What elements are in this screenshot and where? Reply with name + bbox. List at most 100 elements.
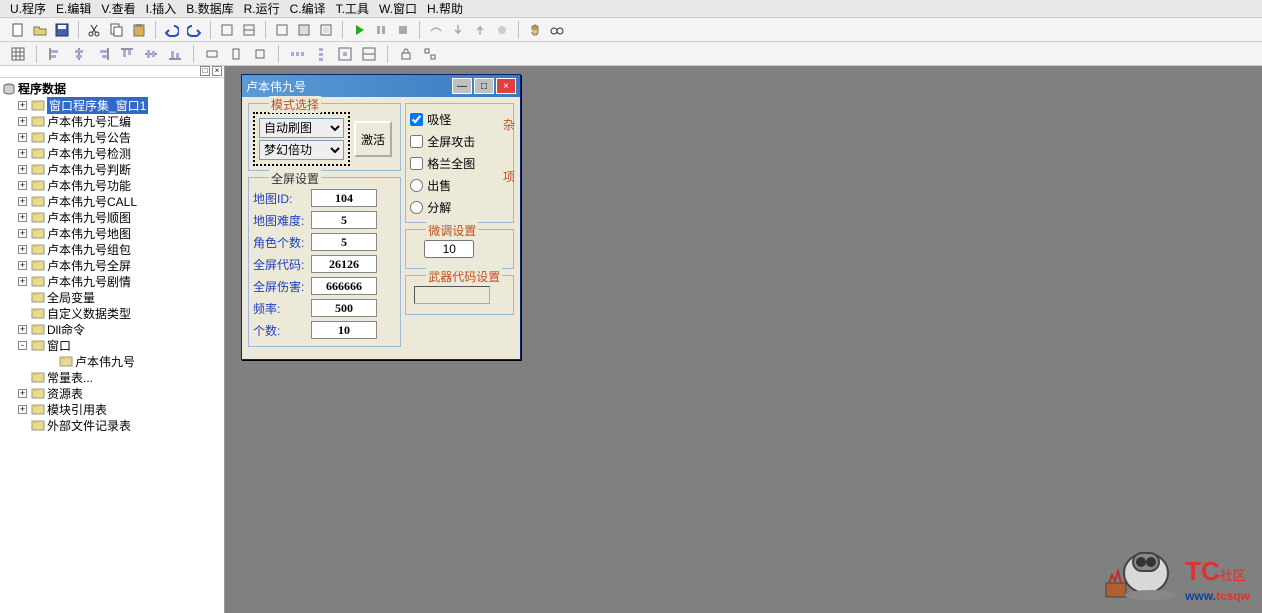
tree-expand-icon[interactable]: - — [18, 341, 27, 350]
difficulty-label[interactable]: 地图难度: — [253, 212, 311, 229]
damage-input[interactable] — [311, 277, 377, 295]
activate-button[interactable]: 激活 — [354, 121, 392, 157]
tree-expand-icon[interactable]: + — [18, 325, 27, 334]
menu-help[interactable]: H.帮助 — [425, 0, 465, 17]
align-center-h-icon[interactable] — [69, 44, 89, 64]
tree-item[interactable]: +卢本伟九号组包 — [2, 241, 222, 257]
freq-label[interactable]: 频率: — [253, 300, 311, 317]
play-icon[interactable] — [349, 20, 369, 40]
tree-expand-icon[interactable]: + — [18, 245, 27, 254]
menu-compile[interactable]: C.编译 — [288, 0, 328, 17]
vspace-icon[interactable] — [311, 44, 331, 64]
tree-item[interactable]: 自定义数据类型 — [2, 305, 222, 321]
cut-icon[interactable] — [85, 20, 105, 40]
tree-item[interactable]: +卢本伟九号剧情 — [2, 273, 222, 289]
tree-expand-icon[interactable]: + — [18, 389, 27, 398]
mode-combo-2[interactable]: 梦幻倍功 — [259, 140, 344, 160]
tree-expand-icon[interactable]: + — [18, 213, 27, 222]
tool-d-icon[interactable] — [294, 20, 314, 40]
menu-tools[interactable]: T.工具 — [334, 0, 371, 17]
tree-item[interactable]: +卢本伟九号CALL — [2, 193, 222, 209]
damage-label[interactable]: 全屏伤害: — [253, 278, 311, 295]
code-input[interactable] — [311, 255, 377, 273]
step-over-icon[interactable] — [426, 20, 446, 40]
tree-expand-icon[interactable]: + — [18, 149, 27, 158]
tree-item[interactable]: +模块引用表 — [2, 401, 222, 417]
tree-item[interactable]: +Dll命令 — [2, 321, 222, 337]
save-icon[interactable] — [52, 20, 72, 40]
mode-combo-1[interactable]: 自动刷图 — [259, 118, 344, 138]
difficulty-input[interactable] — [311, 211, 377, 229]
code-label[interactable]: 全屏代码: — [253, 256, 311, 273]
binoculars-icon[interactable] — [547, 20, 567, 40]
step-into-icon[interactable] — [448, 20, 468, 40]
undo-icon[interactable] — [162, 20, 182, 40]
center-h-icon[interactable] — [335, 44, 355, 64]
grid-icon[interactable] — [8, 44, 28, 64]
tree-item[interactable]: +卢本伟九号地图 — [2, 225, 222, 241]
menu-run[interactable]: R.运行 — [242, 0, 282, 17]
taborder-icon[interactable] — [420, 44, 440, 64]
tool-a-icon[interactable] — [217, 20, 237, 40]
same-size-icon[interactable] — [250, 44, 270, 64]
mapid-label[interactable]: 地图ID: — [253, 190, 311, 207]
tree-expand-icon[interactable]: + — [18, 117, 27, 126]
tree-item[interactable]: +卢本伟九号功能 — [2, 177, 222, 193]
tree-item[interactable]: +卢本伟九号顺图 — [2, 209, 222, 225]
menu-edit[interactable]: E.编辑 — [54, 0, 93, 17]
panel-close-icon[interactable]: × — [212, 66, 222, 76]
mapid-input[interactable] — [311, 189, 377, 207]
paste-icon[interactable] — [129, 20, 149, 40]
micro-input[interactable] — [424, 240, 474, 258]
stop-icon[interactable] — [393, 20, 413, 40]
step-out-icon[interactable] — [470, 20, 490, 40]
same-width-icon[interactable] — [202, 44, 222, 64]
copy-icon[interactable] — [107, 20, 127, 40]
align-center-v-icon[interactable] — [141, 44, 161, 64]
align-top-icon[interactable] — [117, 44, 137, 64]
menu-window[interactable]: W.窗口 — [377, 0, 419, 17]
menu-insert[interactable]: I.插入 — [144, 0, 179, 17]
redo-icon[interactable] — [184, 20, 204, 40]
center-v-icon[interactable] — [359, 44, 379, 64]
tree-item[interactable]: +卢本伟九号汇编 — [2, 113, 222, 129]
open-icon[interactable] — [30, 20, 50, 40]
tree-item[interactable]: +窗口程序集_窗口1 — [2, 97, 222, 113]
tree-item[interactable]: +卢本伟九号检测 — [2, 145, 222, 161]
same-height-icon[interactable] — [226, 44, 246, 64]
hspace-icon[interactable] — [287, 44, 307, 64]
tool-c-icon[interactable] — [272, 20, 292, 40]
decompose-radio[interactable] — [410, 201, 423, 214]
suck-monster-checkbox[interactable] — [410, 113, 423, 126]
maximize-icon[interactable]: □ — [474, 78, 494, 94]
freq-input[interactable] — [311, 299, 377, 317]
form-window[interactable]: 卢本伟九号 — □ × 模式选择 自动刷图 梦幻倍功 激活 — [241, 74, 521, 360]
tree-item[interactable]: +资源表 — [2, 385, 222, 401]
tree-expand-icon[interactable]: + — [18, 229, 27, 238]
tree-expand-icon[interactable]: + — [18, 165, 27, 174]
hand-icon[interactable] — [525, 20, 545, 40]
tree-expand-icon[interactable]: + — [18, 197, 27, 206]
close-icon[interactable]: × — [496, 78, 516, 94]
tree-root[interactable]: 程序数据 — [2, 80, 222, 97]
weapon-input[interactable] — [414, 286, 490, 304]
fullscreen-attack-checkbox[interactable] — [410, 135, 423, 148]
align-right-icon[interactable] — [93, 44, 113, 64]
new-icon[interactable] — [8, 20, 28, 40]
align-left-icon[interactable] — [45, 44, 65, 64]
tree-expand-icon[interactable]: + — [18, 405, 27, 414]
tree-item[interactable]: 全局变量 — [2, 289, 222, 305]
gelan-map-checkbox[interactable] — [410, 157, 423, 170]
lock-icon[interactable] — [396, 44, 416, 64]
menu-view[interactable]: V.查看 — [99, 0, 137, 17]
num-input[interactable] — [311, 321, 377, 339]
tree-item[interactable]: 常量表... — [2, 369, 222, 385]
tree-expand-icon[interactable]: + — [18, 277, 27, 286]
sell-radio[interactable] — [410, 179, 423, 192]
breakpoint-icon[interactable] — [492, 20, 512, 40]
tree-expand-icon[interactable]: + — [18, 181, 27, 190]
role-count-label[interactable]: 角色个数: — [253, 234, 311, 251]
tree-item[interactable]: 卢本伟九号 — [2, 353, 222, 369]
tool-e-icon[interactable] — [316, 20, 336, 40]
tree-expand-icon[interactable]: + — [18, 101, 27, 110]
